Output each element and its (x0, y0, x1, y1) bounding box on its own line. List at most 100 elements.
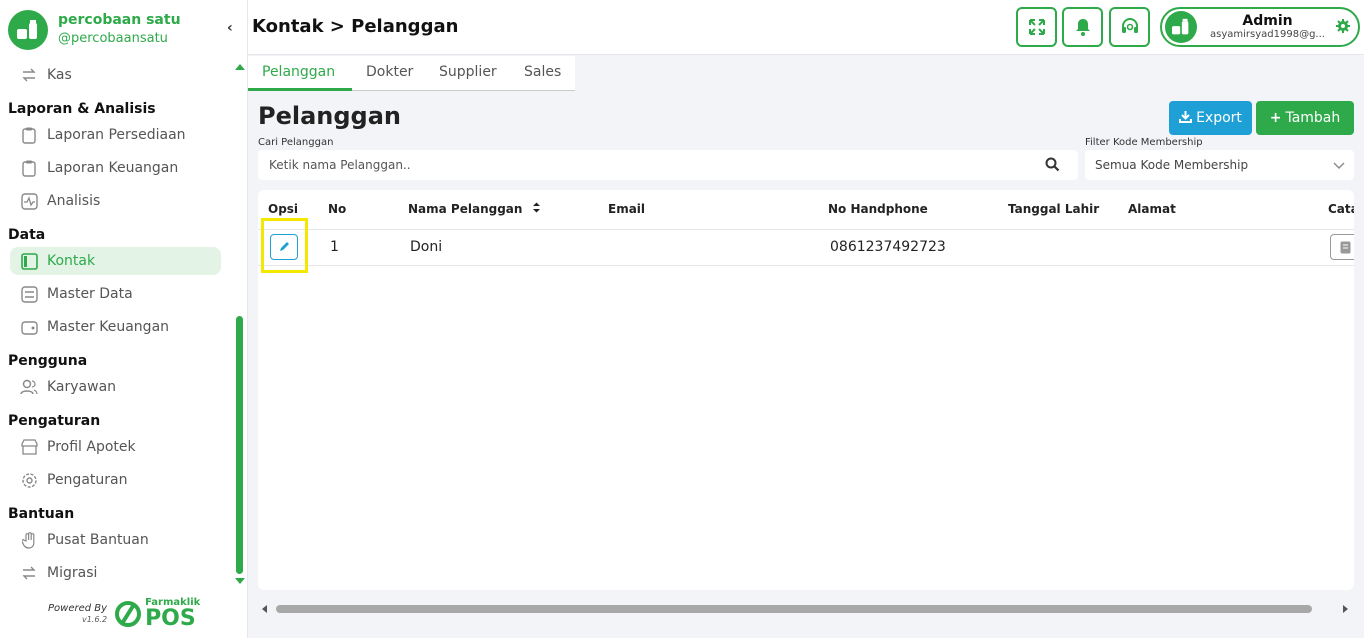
database-icon (20, 285, 38, 303)
notification-button[interactable] (1062, 7, 1103, 47)
sidebar-item-pengaturan[interactable]: Pengaturan (10, 466, 221, 494)
sidebar-item-label: Master Data (47, 286, 133, 302)
section-bantuan: Bantuan (8, 506, 75, 522)
sidebar-item-label: Pusat Bantuan (47, 532, 149, 548)
top-header: Kontak > Pelanggan Admin asyamirsyad1998… (248, 0, 1364, 55)
users-icon (20, 378, 38, 396)
scrollbar-thumb[interactable] (276, 605, 1312, 613)
note-icon (1340, 241, 1350, 253)
scroll-left-icon[interactable] (262, 605, 267, 613)
sidebar-item-master-keuangan[interactable]: Master Keuangan (10, 313, 221, 341)
sidebar-item-kontak[interactable]: Kontak (10, 247, 221, 275)
fullscreen-button[interactable] (1016, 7, 1057, 47)
version-label: v1.6.2 (81, 615, 108, 624)
pulse-icon (20, 192, 38, 210)
avatar (1165, 11, 1197, 43)
headset-icon (1121, 18, 1138, 33)
sidebar-item-label: Kas (47, 67, 72, 83)
exchange-icon (20, 66, 38, 84)
user-menu[interactable]: Admin asyamirsyad1998@g... (1160, 7, 1360, 47)
collapse-sidebar-icon[interactable]: ‹ (227, 20, 233, 36)
section-data: Data (8, 227, 46, 243)
sidebar-item-analisis[interactable]: Analisis (10, 187, 221, 215)
download-icon (1179, 110, 1193, 127)
sidebar-item-profil-apotek[interactable]: Profil Apotek (10, 433, 221, 461)
cell-no: 1 (330, 239, 339, 255)
tab-pelanggan[interactable]: Pelanggan (262, 64, 335, 80)
edit-button-highlight (261, 218, 308, 273)
tab-supplier[interactable]: Supplier (439, 64, 497, 80)
app-window: percobaan satu @percobaansatu ‹ Kas Lapo… (0, 0, 1364, 638)
section-laporan: Laporan & Analisis (8, 101, 156, 117)
column-header-nama-label: Nama Pelanggan (408, 202, 523, 216)
export-label: Export (1196, 110, 1242, 126)
sidebar-scroll-down-icon[interactable] (235, 578, 245, 584)
pharmacy-logo-icon (8, 10, 48, 50)
customer-table: Opsi No Nama Pelanggan Email No Handphon… (258, 190, 1354, 590)
sidebar-item-label: Laporan Keuangan (47, 160, 179, 176)
gear-icon (20, 471, 38, 489)
exchange-icon (20, 564, 38, 582)
section-pengguna: Pengguna (8, 353, 88, 369)
gear-icon[interactable] (1336, 18, 1350, 37)
sort-icon[interactable] (527, 202, 541, 216)
column-header-hp: No Handphone (828, 202, 928, 216)
search-icon[interactable] (1045, 157, 1060, 176)
table-horizontal-scrollbar[interactable] (258, 600, 1354, 616)
column-header-opsi: Opsi (268, 202, 299, 216)
filter-label: Filter Kode Membership (1085, 137, 1203, 148)
expand-icon (1028, 19, 1045, 35)
contact-book-icon (20, 252, 38, 270)
sidebar-scroll-up-icon[interactable] (235, 64, 245, 70)
search-field (258, 150, 1078, 180)
cell-hp: 0861237492723 (830, 239, 946, 255)
farmaklik-logo: Farmaklik POS (115, 598, 200, 630)
search-input[interactable] (269, 158, 1029, 172)
brand-name: percobaan satu (58, 12, 181, 28)
filter-value: Semua Kode Membership (1095, 158, 1249, 172)
membership-filter-select[interactable]: Semua Kode Membership (1085, 150, 1354, 180)
chevron-down-icon (1332, 158, 1346, 175)
breadcrumb: Kontak > Pelanggan (252, 16, 459, 37)
cell-nama: Doni (410, 239, 443, 255)
column-header-alamat: Alamat (1128, 202, 1176, 216)
sidebar-item-label: Migrasi (47, 565, 98, 581)
column-header-no: No (328, 202, 347, 216)
active-tab-indicator (248, 88, 352, 91)
tab-sales[interactable]: Sales (524, 64, 561, 80)
column-header-tanggal-lahir: Tanggal Lahir (1008, 202, 1100, 216)
sidebar-item-label: Pengaturan (47, 472, 128, 488)
bell-icon (1075, 19, 1090, 36)
clipboard-icon (20, 126, 38, 144)
sidebar-item-kas[interactable]: Kas (10, 61, 221, 89)
sidebar-item-pusat-bantuan[interactable]: Pusat Bantuan (10, 526, 221, 554)
export-button[interactable]: Export (1169, 101, 1252, 135)
farmaklik-logo-icon (115, 601, 142, 627)
plus-icon: + (1269, 110, 1282, 126)
sidebar-item-migrasi[interactable]: Migrasi (10, 559, 221, 587)
sidebar-scrollbar[interactable] (236, 316, 243, 574)
support-button[interactable] (1109, 7, 1150, 47)
add-customer-button[interactable]: + Tambah (1256, 101, 1354, 135)
tambah-label: Tambah (1285, 110, 1341, 126)
sidebar-item-master-data[interactable]: Master Data (10, 280, 221, 308)
tab-dokter[interactable]: Dokter (366, 64, 413, 80)
sidebar-item-laporan-persediaan[interactable]: Laporan Persediaan (10, 121, 221, 149)
user-name: Admin (1242, 13, 1293, 29)
sidebar-item-laporan-keuangan[interactable]: Laporan Keuangan (10, 154, 221, 182)
wallet-icon (20, 318, 38, 336)
sidebar-item-label: Profil Apotek (47, 439, 136, 455)
store-icon (20, 438, 38, 456)
sidebar-item-label: Kontak (47, 253, 96, 269)
scroll-right-icon[interactable] (1343, 605, 1348, 613)
hand-icon (20, 531, 38, 549)
column-header-nama[interactable]: Nama Pelanggan (408, 202, 541, 216)
user-email: asyamirsyad1998@g... (1210, 29, 1325, 40)
powered-by-label: Powered By (48, 603, 108, 614)
sidebar: percobaan satu @percobaansatu ‹ Kas Lapo… (0, 0, 248, 638)
brand[interactable]: percobaan satu @percobaansatu (8, 10, 181, 50)
search-label: Cari Pelanggan (258, 137, 334, 148)
sidebar-item-karyawan[interactable]: Karyawan (10, 373, 221, 401)
contact-tabs: Pelanggan Dokter Supplier Sales (248, 56, 575, 91)
catatan-button[interactable] (1330, 234, 1354, 260)
